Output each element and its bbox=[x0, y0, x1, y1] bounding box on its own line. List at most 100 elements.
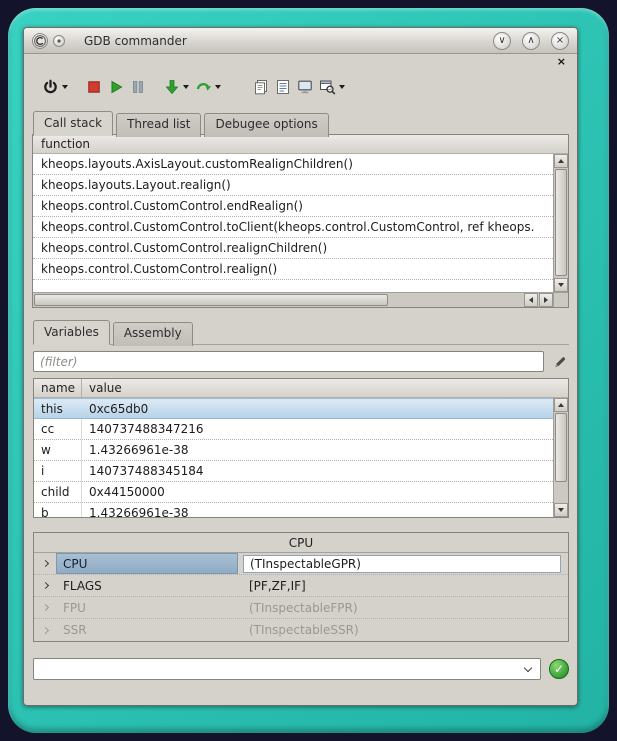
command-input[interactable] bbox=[34, 659, 518, 679]
confirm-button[interactable]: ✓ bbox=[549, 659, 569, 679]
triangle-down-icon bbox=[558, 283, 564, 287]
scroll-down-button[interactable] bbox=[554, 278, 568, 292]
run-button[interactable] bbox=[105, 75, 127, 99]
variable-name: b bbox=[34, 503, 82, 517]
document-list-button[interactable] bbox=[272, 75, 294, 99]
window-menu-icon[interactable] bbox=[53, 35, 65, 47]
app-icon[interactable] bbox=[32, 33, 48, 49]
scroll-up-button[interactable] bbox=[554, 398, 568, 412]
list-item[interactable]: kheops.control.CustomControl.toClient(kh… bbox=[33, 217, 553, 238]
scrollbar-corner bbox=[553, 292, 568, 307]
list-item[interactable]: kheops.control.CustomControl.realign() bbox=[33, 259, 553, 280]
horizontal-scrollbar[interactable] bbox=[33, 292, 553, 307]
tab-label: Variables bbox=[44, 325, 99, 339]
pause-button[interactable] bbox=[127, 75, 149, 99]
window-title: GDB commander bbox=[84, 34, 187, 48]
chevron-down-icon bbox=[524, 663, 532, 671]
cpu-grid: CPU (TInspectableGPR) FLAGS [PF,ZF,IF] F… bbox=[34, 552, 568, 641]
variables-header: name value bbox=[34, 379, 568, 398]
table-row[interactable]: i 140737488345184 bbox=[34, 461, 553, 482]
table-row[interactable]: b 1.43266961e-38 bbox=[34, 503, 553, 517]
power-button[interactable] bbox=[39, 75, 71, 99]
scroll-up-button[interactable] bbox=[554, 154, 568, 168]
scrollbar-thumb[interactable] bbox=[555, 413, 567, 482]
command-line-row: ✓ bbox=[33, 658, 569, 680]
run-icon bbox=[108, 79, 124, 95]
scrollbar-thumb[interactable] bbox=[34, 294, 388, 306]
variable-name: i bbox=[34, 461, 82, 481]
tab-thread-list[interactable]: Thread list bbox=[116, 113, 201, 137]
copy-document-button[interactable] bbox=[250, 75, 272, 99]
variable-name: w bbox=[34, 440, 82, 460]
command-combobox[interactable] bbox=[33, 658, 541, 680]
expand-button[interactable] bbox=[34, 583, 56, 588]
tab-label: Thread list bbox=[127, 117, 190, 131]
register-group-name[interactable]: CPU bbox=[56, 553, 238, 574]
memory-view-button[interactable] bbox=[294, 75, 316, 99]
expand-button[interactable] bbox=[34, 628, 56, 633]
register-group-name[interactable]: SSR bbox=[56, 619, 238, 641]
cpu-row[interactable]: SSR (TInspectableSSR) bbox=[34, 619, 568, 641]
maximize-button[interactable]: ∧ bbox=[522, 32, 540, 50]
dock-header: × bbox=[24, 54, 577, 71]
titlebar[interactable]: GDB commander ∨ ∧ × bbox=[24, 28, 577, 54]
expand-button[interactable] bbox=[34, 605, 56, 610]
list-item[interactable]: kheops.layouts.AxisLayout.customRealignC… bbox=[33, 154, 553, 175]
cpu-row[interactable]: FLAGS [PF,ZF,IF] bbox=[34, 575, 568, 597]
register-group-value[interactable]: (TInspectableGPR) bbox=[243, 555, 561, 573]
triangle-down-icon bbox=[558, 508, 564, 512]
triangle-right-icon bbox=[544, 297, 548, 303]
register-group-name[interactable]: FPU bbox=[56, 597, 238, 618]
vertical-scrollbar[interactable] bbox=[553, 154, 568, 292]
tab-call-stack[interactable]: Call stack bbox=[33, 111, 113, 136]
column-header-value[interactable]: value bbox=[82, 379, 568, 397]
scroll-down-button[interactable] bbox=[554, 503, 568, 517]
cpu-row[interactable]: FPU (TInspectableFPR) bbox=[34, 597, 568, 619]
filter-input[interactable] bbox=[33, 351, 544, 372]
power-icon bbox=[42, 79, 59, 96]
stop-button[interactable] bbox=[83, 75, 105, 99]
inspector-tabbar: Variables Assembly bbox=[33, 320, 569, 345]
table-row[interactable]: this 0xc65db0 bbox=[34, 398, 553, 419]
tab-variables[interactable]: Variables bbox=[33, 320, 110, 345]
pause-icon bbox=[130, 79, 146, 95]
list-item[interactable]: kheops.layouts.Layout.realign() bbox=[33, 175, 553, 196]
register-group-value[interactable]: (TInspectableSSR) bbox=[243, 621, 561, 639]
variable-name: child bbox=[34, 482, 82, 502]
callstack-tabbar: Call stack Thread list Debugee options bbox=[33, 111, 569, 135]
tab-assembly[interactable]: Assembly bbox=[113, 322, 193, 346]
filter-edit-button[interactable] bbox=[551, 353, 569, 371]
window-menu-glyph bbox=[55, 37, 63, 45]
step-into-button[interactable] bbox=[161, 75, 192, 99]
table-row[interactable]: child 0x44150000 bbox=[34, 482, 553, 503]
register-group-value[interactable]: [PF,ZF,IF] bbox=[243, 577, 561, 595]
variable-value: 1.43266961e-38 bbox=[82, 440, 553, 460]
dock-close-button[interactable]: × bbox=[557, 56, 566, 67]
scroll-left-button[interactable] bbox=[524, 293, 538, 307]
vertical-scrollbar[interactable] bbox=[553, 398, 568, 517]
combo-dropdown-button[interactable] bbox=[519, 659, 537, 679]
variable-name: cc bbox=[34, 419, 82, 439]
callstack-column-header[interactable]: function bbox=[33, 135, 568, 154]
list-item[interactable]: kheops.control.CustomControl.realignChil… bbox=[33, 238, 553, 259]
variable-value: 140737488347216 bbox=[82, 419, 553, 439]
continue-button[interactable] bbox=[192, 75, 224, 99]
minimize-button[interactable]: ∨ bbox=[493, 32, 511, 50]
close-button[interactable]: × bbox=[551, 32, 569, 50]
cpu-row[interactable]: CPU (TInspectableGPR) bbox=[34, 553, 568, 575]
register-group-value[interactable]: (TInspectableFPR) bbox=[243, 599, 561, 617]
scroll-right-button[interactable] bbox=[539, 293, 553, 307]
list-item[interactable]: kheops.control.CustomControl.endRealign(… bbox=[33, 196, 553, 217]
table-row[interactable]: cc 140737488347216 bbox=[34, 419, 553, 440]
document-list-icon bbox=[275, 79, 291, 95]
chevron-down-icon bbox=[215, 85, 221, 89]
scrollbar-thumb[interactable] bbox=[555, 169, 567, 276]
column-header-name[interactable]: name bbox=[34, 379, 82, 397]
register-group-name[interactable]: FLAGS bbox=[56, 575, 238, 596]
table-row[interactable]: w 1.43266961e-38 bbox=[34, 440, 553, 461]
watch-window-button[interactable] bbox=[316, 75, 348, 99]
expand-button[interactable] bbox=[34, 561, 56, 566]
tab-debugee-options[interactable]: Debugee options bbox=[204, 113, 328, 137]
variables-table: name value this 0xc65db0 cc 140737488347… bbox=[33, 378, 569, 518]
close-icon: × bbox=[556, 36, 564, 46]
